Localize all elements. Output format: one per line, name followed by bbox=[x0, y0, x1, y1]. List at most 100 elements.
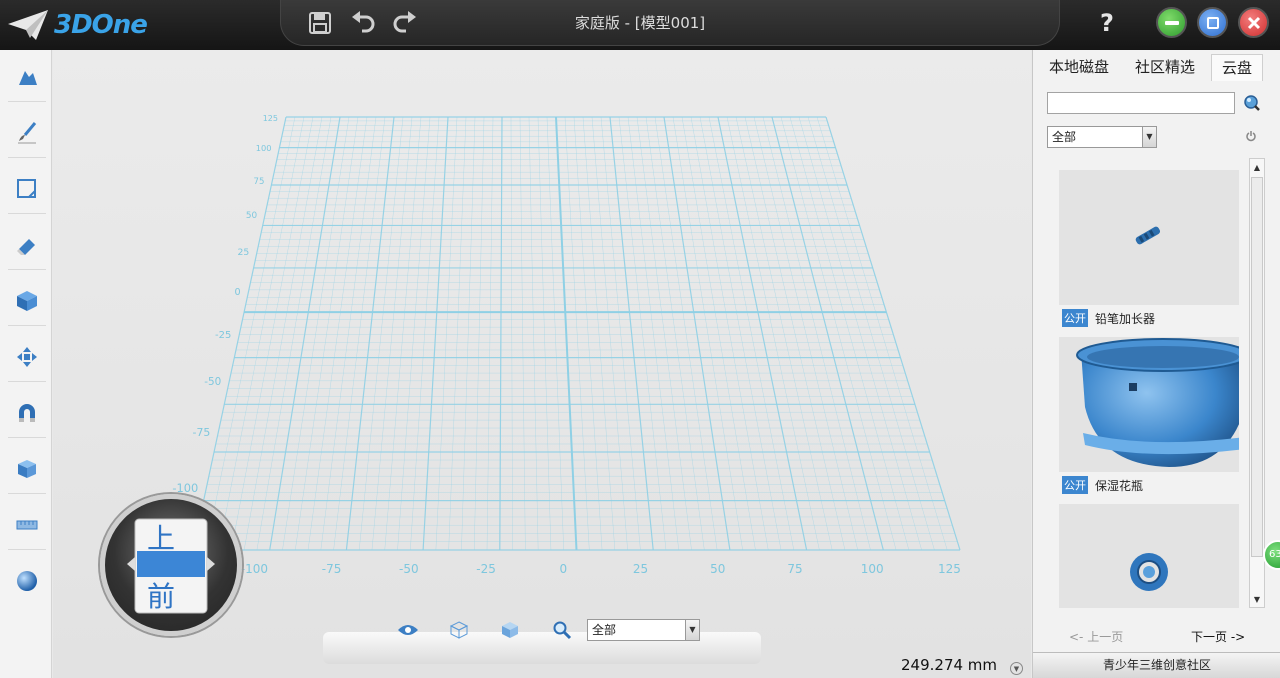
model-thumbnail bbox=[1059, 337, 1239, 472]
chevron-down-icon: ▼ bbox=[1253, 594, 1261, 604]
x-tick-label: 125 bbox=[938, 562, 961, 576]
combine-cube-icon bbox=[18, 459, 36, 478]
y-tick-label: 100 bbox=[256, 143, 272, 153]
y-tick-label: -25 bbox=[215, 330, 231, 341]
category-select[interactable]: 全部 ▼ bbox=[1047, 126, 1157, 148]
model-card-ring[interactable] bbox=[1059, 504, 1239, 608]
model-thumbnail bbox=[1059, 170, 1239, 305]
y-tick-label: 125 bbox=[263, 114, 278, 123]
minimize-icon bbox=[1164, 20, 1179, 25]
feature-tool[interactable] bbox=[8, 276, 46, 326]
sketch-edit-tool[interactable] bbox=[8, 164, 46, 214]
power-icon bbox=[1246, 131, 1256, 142]
model-thumbnail bbox=[1059, 504, 1239, 608]
search-icon bbox=[1244, 95, 1260, 111]
save-button[interactable] bbox=[305, 8, 335, 38]
tab-local-disk[interactable]: 本地磁盘 bbox=[1039, 54, 1119, 81]
y-tick-label: 0 bbox=[235, 287, 241, 298]
basic-shapes-tool[interactable] bbox=[8, 52, 46, 102]
left-toolbar bbox=[0, 50, 52, 678]
resource-panel: 本地磁盘 社区精选 云盘 全部 ▼ 公开 铅笔加长器 公开 保湿花瓶 ▲ ▼ 6… bbox=[1032, 50, 1280, 678]
public-badge: 公开 bbox=[1062, 476, 1088, 494]
scroll-down-button[interactable]: ▼ bbox=[1250, 591, 1264, 607]
y-tick-label: 75 bbox=[254, 177, 265, 187]
x-tick-label: -100 bbox=[241, 562, 268, 576]
ring-thumbnail-icon bbox=[1130, 553, 1168, 591]
magnifier-icon bbox=[553, 621, 572, 640]
chevron-down-icon: ▼ bbox=[1013, 664, 1020, 673]
notification-badge[interactable]: 63 bbox=[1263, 540, 1280, 570]
previous-page-link[interactable]: <- 上一页 bbox=[1069, 628, 1123, 645]
measurement-dropdown-button[interactable]: ▼ bbox=[1010, 662, 1023, 675]
close-icon bbox=[1247, 16, 1260, 29]
wireframe-view-button[interactable] bbox=[446, 619, 472, 641]
search-button[interactable] bbox=[1243, 94, 1261, 112]
minimize-button[interactable] bbox=[1156, 7, 1187, 38]
save-icon bbox=[309, 12, 331, 34]
x-tick-label: 100 bbox=[861, 562, 884, 576]
x-tick-label: -25 bbox=[476, 562, 496, 576]
model-card-pencil-extender[interactable]: 公开 铅笔加长器 bbox=[1059, 170, 1239, 331]
chevron-up-icon: ▲ bbox=[1253, 162, 1261, 172]
chevron-down-icon: ▼ bbox=[1142, 127, 1156, 147]
x-tick-label: 25 bbox=[633, 562, 648, 576]
view-cube-front-face[interactable]: 前 bbox=[147, 575, 175, 615]
move-tool[interactable] bbox=[8, 332, 46, 382]
model-card-moisturizing-vase[interactable]: 公开 保湿花瓶 bbox=[1059, 337, 1239, 498]
filter-select[interactable]: 全部 ▼ bbox=[587, 619, 700, 641]
logout-button[interactable] bbox=[1245, 130, 1257, 142]
move-arrows-icon bbox=[17, 346, 37, 367]
help-button[interactable]: ? bbox=[1092, 8, 1122, 38]
scrollbar-thumb[interactable] bbox=[1251, 177, 1263, 557]
shaded-view-button[interactable] bbox=[497, 619, 523, 641]
tab-community-picks[interactable]: 社区精选 bbox=[1125, 54, 1205, 81]
restore-icon bbox=[1206, 16, 1219, 29]
combine-tool[interactable] bbox=[8, 444, 46, 494]
view-cube-top-face[interactable]: 上 bbox=[147, 517, 175, 557]
next-page-link[interactable]: 下一页 -> bbox=[1191, 628, 1245, 645]
y-tick-label: -75 bbox=[193, 426, 211, 439]
eraser-icon bbox=[17, 238, 35, 255]
y-tick-label: -100 bbox=[172, 481, 198, 495]
3d-viewport[interactable]: -100 -75 -50 -25 0 25 50 75 100 125 125 100 75 50 25 0 -… bbox=[53, 50, 1081, 678]
redo-icon bbox=[393, 11, 416, 33]
y-tick-label: -50 bbox=[204, 376, 221, 388]
model-list: 公开 铅笔加长器 公开 保湿花瓶 bbox=[1059, 170, 1239, 610]
model-search-input[interactable] bbox=[1047, 92, 1235, 114]
render-tool[interactable] bbox=[8, 556, 46, 606]
display-toggle-button[interactable] bbox=[395, 619, 421, 641]
app-logo-text: 3DOne bbox=[54, 10, 148, 40]
category-select-value: 全部 bbox=[1052, 130, 1077, 144]
adsorb-tool[interactable] bbox=[8, 388, 46, 438]
measure-tool[interactable] bbox=[8, 500, 46, 550]
sketch-tool[interactable] bbox=[8, 108, 46, 158]
cube-icon bbox=[17, 290, 37, 311]
filter-select-value: 全部 bbox=[592, 623, 617, 637]
zoom-button[interactable] bbox=[549, 619, 575, 641]
wireframe-cube-icon bbox=[449, 621, 469, 639]
y-tick-label: 50 bbox=[246, 211, 258, 221]
scroll-up-button[interactable]: ▲ bbox=[1250, 159, 1264, 175]
ruler-icon bbox=[16, 520, 38, 529]
measurement-readout: 249.274 mm bbox=[901, 656, 998, 674]
tab-cloud-drive[interactable]: 云盘 bbox=[1211, 54, 1263, 81]
pencil-extender-thumbnail-icon bbox=[1135, 226, 1161, 245]
model-name: 铅笔加长器 bbox=[1095, 311, 1156, 326]
view-cube[interactable]: 上 前 bbox=[100, 494, 242, 636]
eraser-tool[interactable] bbox=[8, 220, 46, 270]
eye-icon bbox=[398, 625, 418, 635]
undo-button[interactable] bbox=[348, 8, 378, 38]
sketch-brush-icon bbox=[18, 121, 37, 143]
model-list-scrollbar[interactable]: ▲ ▼ bbox=[1249, 158, 1265, 608]
x-tick-label: -75 bbox=[322, 562, 342, 576]
chevron-down-icon: ▼ bbox=[685, 620, 699, 640]
community-link-button[interactable]: 青少年三维创意社区 bbox=[1033, 652, 1280, 678]
redo-button[interactable] bbox=[390, 8, 420, 38]
maximize-button[interactable] bbox=[1197, 7, 1228, 38]
sphere-icon bbox=[17, 571, 37, 591]
sketch-rect-icon bbox=[17, 178, 36, 198]
x-tick-label: 0 bbox=[559, 562, 567, 576]
x-tick-label: -50 bbox=[399, 562, 419, 576]
close-button[interactable] bbox=[1238, 7, 1269, 38]
app-logo: 3DOne bbox=[6, 6, 148, 44]
